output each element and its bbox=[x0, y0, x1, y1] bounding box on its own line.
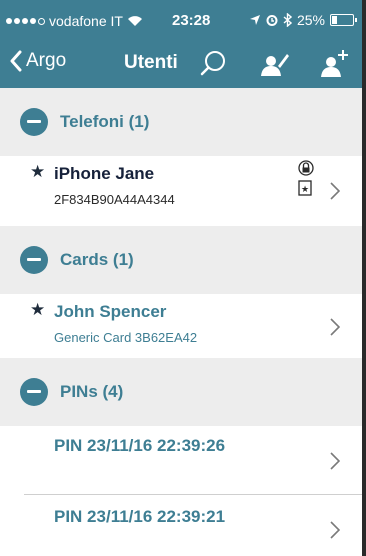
alarm-icon bbox=[266, 15, 278, 26]
add-user-icon[interactable] bbox=[318, 48, 350, 80]
section-header-telefoni[interactable]: Telefoni (1) bbox=[0, 88, 362, 156]
bluetooth-icon bbox=[283, 13, 292, 27]
section-header-pins[interactable]: PINs (4) bbox=[0, 358, 362, 426]
navigation-bar: Argo Utenti bbox=[0, 42, 362, 88]
page-title: Utenti bbox=[124, 52, 178, 73]
battery-fill bbox=[332, 16, 337, 24]
collapse-minus-icon[interactable] bbox=[20, 108, 48, 136]
frame-border bbox=[362, 0, 366, 556]
carrier-label: vodafone IT bbox=[49, 13, 123, 29]
signal-strength-icon bbox=[6, 17, 45, 25]
chevron-right-icon bbox=[330, 182, 340, 200]
chevron-right-icon bbox=[330, 318, 340, 336]
item-title: John Spencer bbox=[54, 302, 167, 321]
list-item[interactable]: PIN 23/11/16 22:39:26 bbox=[0, 426, 362, 494]
item-title: PIN 23/11/16 22:39:21 bbox=[54, 507, 226, 526]
chevron-right-icon bbox=[330, 452, 340, 470]
edit-user-icon[interactable] bbox=[258, 48, 290, 80]
status-bar: vodafone IT 23:28 25% bbox=[0, 0, 362, 42]
location-arrow-icon bbox=[249, 15, 260, 25]
lock-icon bbox=[298, 160, 314, 176]
star-icon: ★ bbox=[30, 162, 46, 181]
back-button[interactable]: Argo bbox=[10, 50, 66, 72]
status-left: vodafone IT bbox=[6, 13, 143, 29]
item-subtitle: 2F834B90A44A4344 bbox=[54, 192, 175, 207]
battery-icon bbox=[330, 14, 357, 26]
wifi-icon bbox=[127, 16, 142, 26]
app-screen: vodafone IT 23:28 25% Argo Utenti Telefo… bbox=[0, 0, 362, 556]
status-time: 23:28 bbox=[172, 12, 211, 29]
svg-text:★: ★ bbox=[301, 184, 309, 194]
star-icon: ★ bbox=[30, 300, 46, 319]
item-title: iPhone Jane bbox=[54, 164, 155, 183]
battery-percent: 25% bbox=[296, 12, 325, 28]
list-item[interactable]: PIN 23/11/16 22:39:21 bbox=[0, 495, 362, 556]
item-subtitle: Generic Card 3B62EA42 bbox=[54, 330, 198, 345]
list-item[interactable]: ★ iPhone Jane 2F834B90A44A4344 ★ bbox=[0, 156, 362, 226]
status-right: 25% bbox=[249, 12, 357, 28]
back-label: Argo bbox=[26, 50, 67, 71]
collapse-minus-icon[interactable] bbox=[20, 246, 48, 274]
starred-badge-icon: ★ bbox=[298, 180, 312, 196]
section-header-cards[interactable]: Cards (1) bbox=[0, 226, 362, 294]
chevron-right-icon bbox=[330, 521, 340, 539]
item-title: PIN 23/11/16 22:39:26 bbox=[54, 436, 226, 455]
chevron-left-icon bbox=[10, 50, 22, 72]
list-item[interactable]: ★ John Spencer Generic Card 3B62EA42 bbox=[0, 294, 362, 358]
collapse-minus-icon[interactable] bbox=[20, 378, 48, 406]
section-title: Cards (1) bbox=[60, 250, 134, 269]
section-title: PINs (4) bbox=[60, 382, 124, 401]
section-title: Telefoni (1) bbox=[60, 112, 150, 131]
search-icon[interactable] bbox=[198, 48, 230, 80]
